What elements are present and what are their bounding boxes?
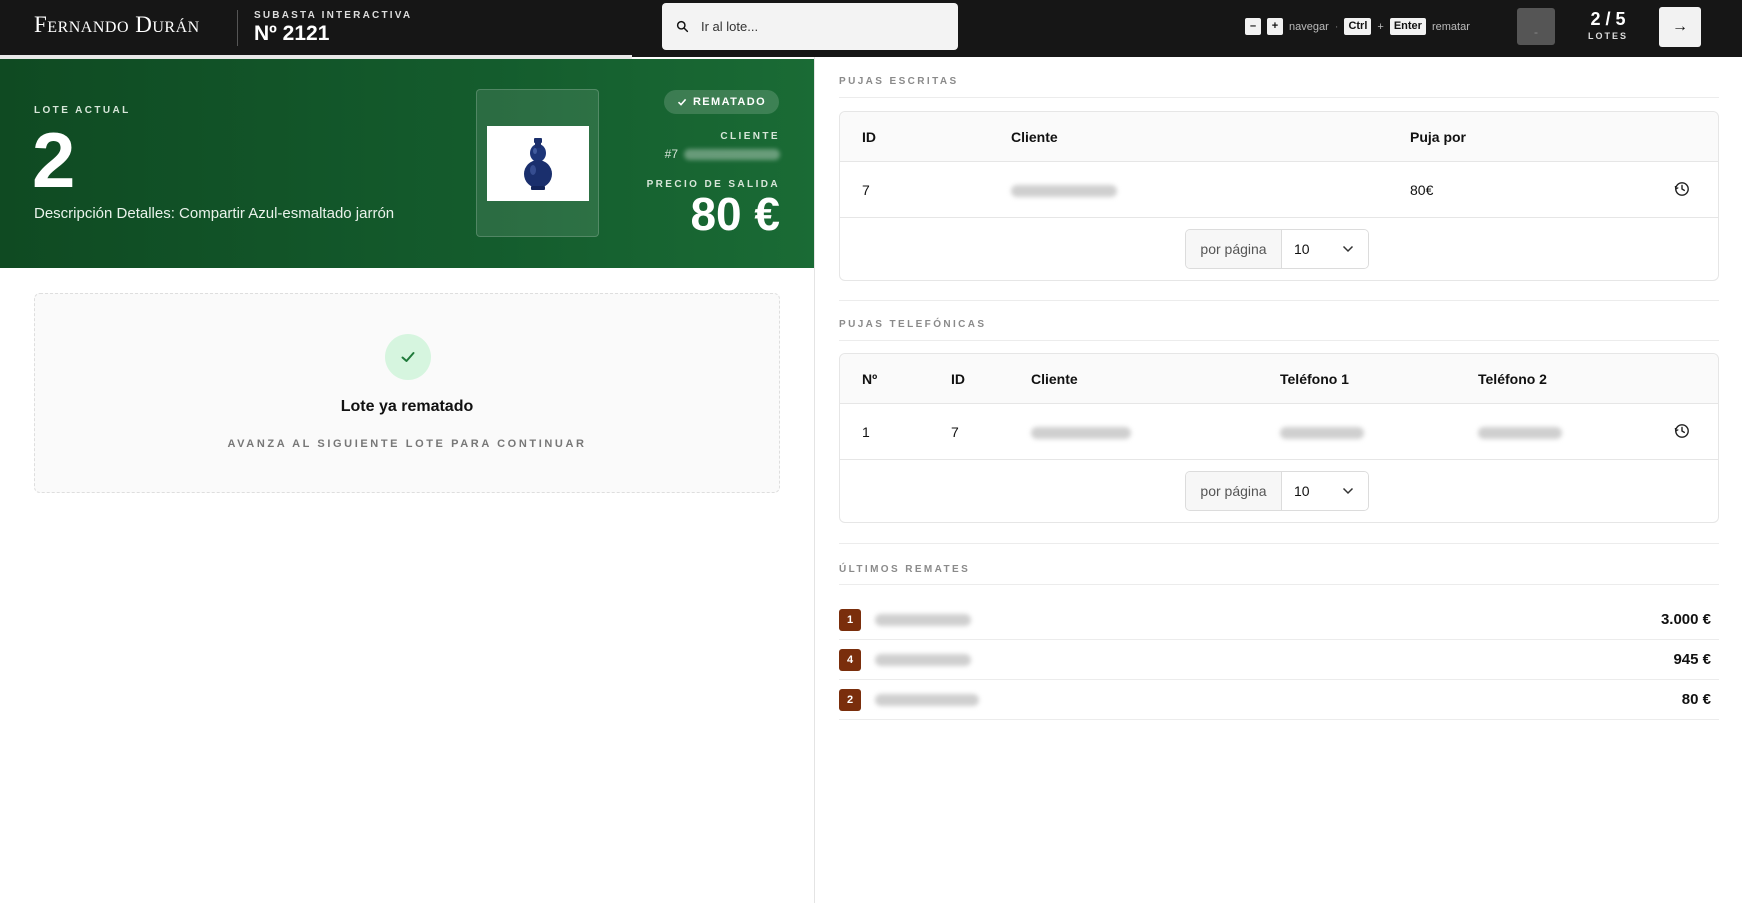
sold-notice-title: Lote ya rematado	[340, 398, 474, 415]
top-bar: Fernando Durán SUBASTA INTERACTIVA Nº 21…	[0, 0, 1742, 57]
history-icon[interactable]	[1674, 423, 1690, 439]
panel-divider	[814, 57, 815, 903]
written-bids-table: ID Cliente Puja por 7 80€ por página 10	[839, 111, 1719, 281]
brand-logo: Fernando Durán	[34, 12, 200, 37]
lot-search[interactable]	[662, 3, 958, 50]
column-header: Teléfono 2	[1478, 371, 1547, 387]
column-header: Teléfono 1	[1280, 371, 1349, 387]
key-plus: +	[1267, 18, 1283, 35]
written-bids-title: PUJAS ESCRITAS	[839, 76, 959, 87]
client-name-redacted	[684, 148, 780, 160]
column-header: ID	[862, 129, 876, 145]
current-lot-panel: LOTE ACTUAL 2 Descripción Detalles: Comp…	[0, 59, 814, 903]
sale-amount: 3.000 €	[1660, 611, 1711, 628]
section-divider	[839, 543, 1719, 544]
start-price: 80 €	[690, 188, 780, 240]
hint-plus-sign: +	[1377, 20, 1384, 33]
lot-image-frame[interactable]	[476, 89, 599, 237]
key-enter: Enter	[1389, 18, 1426, 35]
phone-1-redacted	[1280, 424, 1364, 440]
column-header: Puja por	[1410, 129, 1467, 145]
phone-bids-title: PUJAS TELEFÓNICAS	[839, 319, 987, 330]
bid-client-name	[1011, 182, 1117, 198]
bid-amount: 80€	[1410, 182, 1434, 198]
phone-bid-number: 1	[862, 424, 870, 440]
sale-lot-badge: 1	[839, 609, 861, 631]
section-divider	[839, 300, 1719, 301]
next-lot-button[interactable]: →	[1659, 7, 1701, 47]
sale-amount: 80 €	[1681, 691, 1711, 708]
per-page-value: 10	[1294, 483, 1310, 499]
sale-client-redacted	[875, 694, 979, 706]
column-header: Cliente	[1011, 129, 1058, 145]
auction-action-button[interactable]: -	[1517, 8, 1555, 45]
list-item: 4 945 €	[839, 640, 1719, 680]
client-id: #7	[664, 147, 678, 161]
column-header: ID	[951, 371, 965, 387]
phone-2-redacted	[1478, 424, 1562, 440]
section-divider	[839, 340, 1719, 341]
success-check-icon	[385, 334, 431, 380]
current-lot-description: Descripción Detalles: Compartir Azul-esm…	[34, 205, 395, 222]
status-badge: REMATADO	[664, 90, 779, 114]
sale-lot-badge: 2	[839, 689, 861, 711]
section-divider	[839, 97, 1719, 98]
per-page-selector[interactable]: por página 10	[1185, 471, 1369, 511]
auction-kicker: SUBASTA INTERACTIVA	[254, 10, 413, 21]
auction-info: SUBASTA INTERACTIVA Nº 2121	[254, 10, 412, 46]
vase-icon	[524, 137, 552, 190]
client-info: #7	[665, 147, 780, 161]
phone-bids-table: Nº ID Cliente Teléfono 1 Teléfono 2 1 7 …	[839, 353, 1719, 523]
list-item: 2 80 €	[839, 680, 1719, 720]
lot-image	[487, 126, 589, 201]
search-icon	[676, 20, 689, 33]
chevron-down-icon	[1342, 487, 1354, 495]
per-page-label: por página	[1186, 230, 1282, 268]
auction-number: Nº 2121	[254, 22, 330, 45]
hint-separator: ·	[1334, 20, 1339, 33]
list-item: 1 3.000 €	[839, 600, 1719, 640]
key-minus: –	[1245, 18, 1261, 35]
sale-client-redacted	[875, 614, 971, 626]
bid-client-id: 7	[862, 182, 870, 198]
hint-auction: rematar	[1431, 20, 1470, 33]
search-input[interactable]	[701, 19, 921, 34]
check-icon	[677, 98, 687, 106]
key-ctrl: Ctrl	[1344, 18, 1372, 35]
lot-counter: 2 / 5 LOTES	[1583, 9, 1633, 41]
status-badge-label: REMATADO	[692, 96, 767, 108]
column-header: Cliente	[1031, 371, 1078, 387]
client-label: CLIENTE	[720, 131, 780, 142]
column-header: Nº	[862, 371, 878, 387]
keyboard-hints: – + navegar · Ctrl + Enter rematar	[1245, 18, 1470, 35]
sale-amount: 945 €	[1673, 651, 1711, 668]
last-sales-title: ÚLTIMOS REMATES	[839, 564, 971, 575]
per-page-select[interactable]: 10	[1282, 472, 1368, 510]
hint-navigate: navegar	[1289, 20, 1329, 33]
per-page-select[interactable]: 10	[1282, 230, 1368, 268]
per-page-selector[interactable]: por página 10	[1185, 229, 1369, 269]
section-divider	[839, 584, 1719, 585]
per-page-value: 10	[1294, 241, 1310, 257]
table-header: ID Cliente Puja por	[840, 112, 1718, 162]
phone-bid-client-name	[1031, 424, 1131, 440]
per-page-label: por página	[1186, 472, 1282, 510]
lot-sold-notice: Lote ya rematado AVANZA AL SIGUIENTE LOT…	[34, 293, 780, 493]
current-lot-hero: LOTE ACTUAL 2 Descripción Detalles: Comp…	[0, 59, 814, 268]
sold-notice-subtitle: AVANZA AL SIGUIENTE LOTE PARA CONTINUAR	[227, 438, 587, 450]
table-row: 1 7	[840, 404, 1718, 460]
sale-lot-badge: 4	[839, 649, 861, 671]
brand-divider	[237, 10, 238, 46]
lot-counter-value: 2 / 5	[1590, 9, 1626, 29]
chevron-down-icon	[1342, 245, 1354, 253]
history-icon[interactable]	[1674, 181, 1690, 197]
current-lot-number: 2	[32, 116, 76, 204]
table-row: 7 80€	[840, 162, 1718, 218]
lot-counter-label: LOTES	[1587, 31, 1628, 41]
phone-bid-client-id: 7	[951, 424, 959, 440]
sale-client-redacted	[875, 654, 971, 666]
table-header: Nº ID Cliente Teléfono 1 Teléfono 2	[840, 354, 1718, 404]
